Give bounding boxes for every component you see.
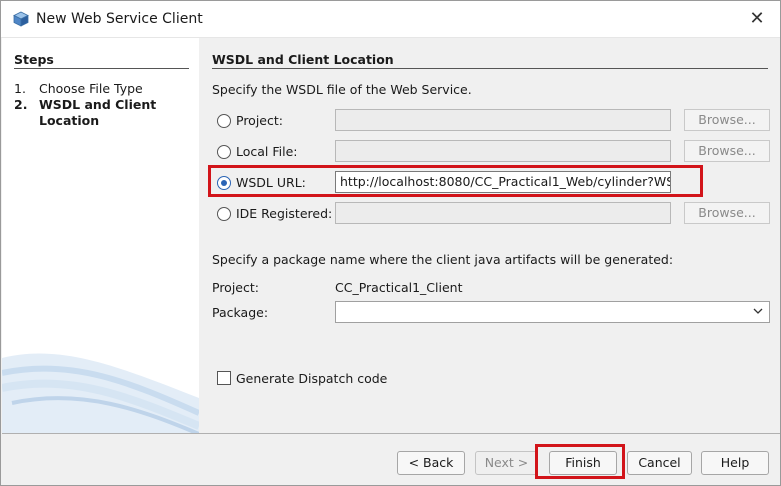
- package-select[interactable]: [335, 301, 770, 323]
- local-file-radio-label: Local File:: [236, 144, 298, 159]
- local-file-field: [335, 140, 671, 162]
- project-radio[interactable]: [217, 114, 231, 128]
- step-number: 2.: [14, 97, 28, 112]
- step-label: WSDL and Client Location: [39, 97, 157, 128]
- close-icon[interactable]: ✕: [741, 5, 773, 33]
- button-bar-divider: [2, 433, 780, 434]
- window-title: New Web Service Client: [36, 11, 203, 27]
- title-bar: New Web Service Client ✕: [1, 1, 780, 38]
- package-label: Package:: [212, 305, 269, 320]
- chevron-down-icon: [753, 308, 763, 314]
- ide-registered-browse-button: Browse...: [684, 202, 770, 224]
- step-number: 1.: [14, 81, 26, 96]
- wsdl-url-radio[interactable]: [217, 176, 231, 190]
- section-divider: [212, 68, 768, 69]
- wsdl-prompt: Specify the WSDL file of the Web Service…: [212, 82, 472, 97]
- steps-heading: Steps: [14, 52, 54, 67]
- ide-registered-field: [335, 202, 671, 224]
- package-prompt: Specify a package name where the client …: [212, 252, 674, 267]
- project-browse-button: Browse...: [684, 109, 770, 131]
- new-web-service-client-dialog: New Web Service Client ✕ Steps 1. Choose…: [0, 0, 781, 486]
- step-label: Choose File Type: [39, 81, 143, 96]
- project-radio-label: Project:: [236, 113, 283, 128]
- back-button[interactable]: < Back: [397, 451, 465, 475]
- help-button[interactable]: Help: [701, 451, 769, 475]
- steps-divider: [14, 68, 189, 69]
- wsdl-url-input[interactable]: http://localhost:8080/CC_Practical1_Web/…: [335, 171, 671, 193]
- steps-panel: Steps 1. Choose File Type 2. WSDL and Cl…: [2, 38, 199, 433]
- wsdl-url-radio-label: WSDL URL:: [236, 175, 306, 190]
- local-file-browse-button: Browse...: [684, 140, 770, 162]
- project-label: Project:: [212, 280, 259, 295]
- decorative-swoosh-graphic: [2, 353, 199, 433]
- netbeans-cube-icon: [13, 11, 29, 27]
- next-button[interactable]: Next >: [475, 451, 538, 475]
- ide-registered-radio-label: IDE Registered:: [236, 206, 333, 221]
- generate-dispatch-label: Generate Dispatch code: [236, 371, 388, 386]
- cancel-button[interactable]: Cancel: [627, 451, 692, 475]
- generate-dispatch-checkbox[interactable]: [217, 371, 231, 385]
- project-field: [335, 109, 671, 131]
- local-file-radio[interactable]: [217, 145, 231, 159]
- ide-registered-radio[interactable]: [217, 207, 231, 221]
- project-value: CC_Practical1_Client: [335, 280, 463, 295]
- finish-button[interactable]: Finish: [549, 451, 617, 475]
- section-title: WSDL and Client Location: [212, 52, 394, 67]
